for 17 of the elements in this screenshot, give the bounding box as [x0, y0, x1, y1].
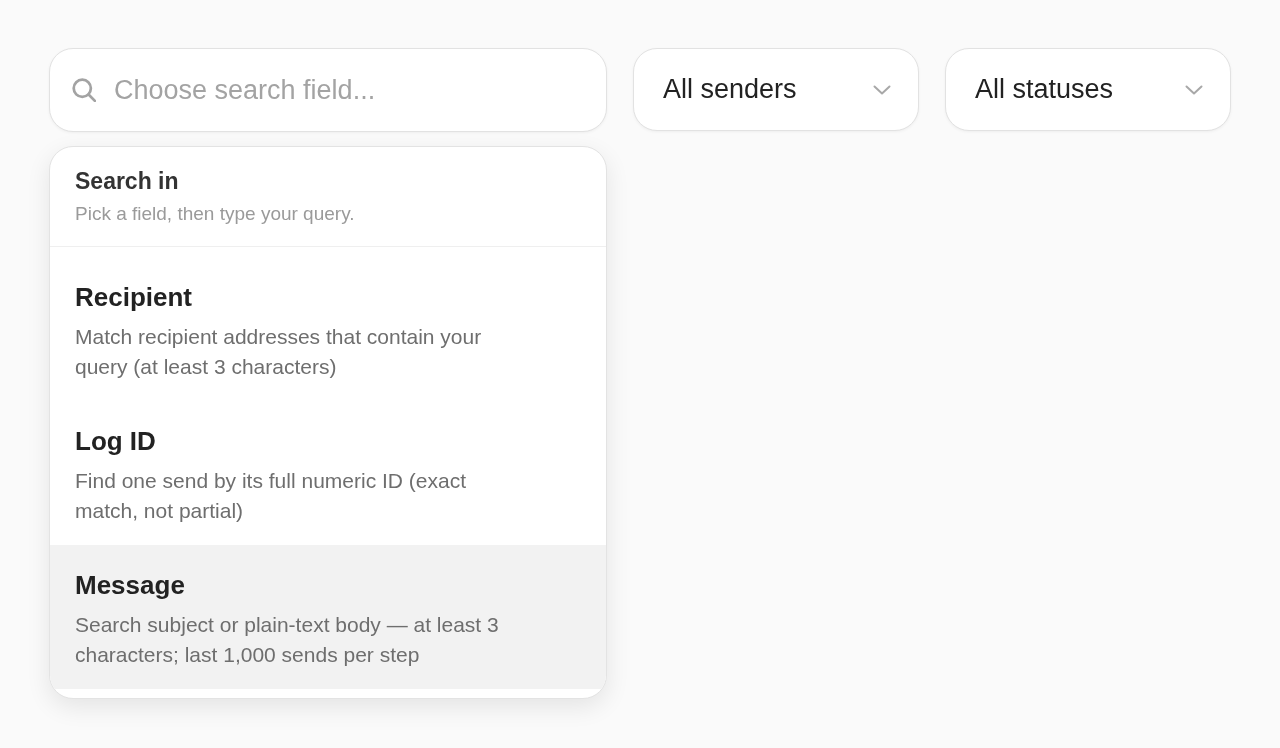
- option-description: Match recipient addresses that contain your query (at least 3 characters): [75, 324, 483, 380]
- chevron-down-icon: [1185, 84, 1203, 95]
- dropdown-option[interactable]: Recipient Match recipient addresses that contain your query (at least 3 characters): [50, 257, 606, 401]
- menu-heading: Search in: [75, 167, 180, 195]
- option-title: Log ID: [75, 425, 157, 457]
- option-description: Search subject or plain-text body — at least 3 characters; last 1,000 sends per step: [75, 612, 500, 668]
- dropdown-option[interactable]: Log ID Find one send by its full numeric ID (exact match, not partial): [50, 401, 606, 545]
- option-title: Message: [75, 569, 186, 601]
- menu-hint: Pick a field, then type your query.: [75, 202, 356, 226]
- chevron-down-icon: [873, 84, 891, 95]
- option-title: Recipient: [75, 281, 194, 313]
- dropdown-option[interactable]: Message Search subject or plain-text body — at least 3 characters; last 1,000 sends per step: [50, 545, 606, 689]
- option-description: Find one send by its full numeric ID (exact match, not partial): [75, 468, 467, 524]
- search-icon: [72, 78, 96, 102]
- search-field[interactable]: Choose search field...: [49, 48, 607, 132]
- filter-dropdown[interactable]: All senders: [633, 48, 919, 131]
- filter-dropdown[interactable]: All statuses: [945, 48, 1231, 131]
